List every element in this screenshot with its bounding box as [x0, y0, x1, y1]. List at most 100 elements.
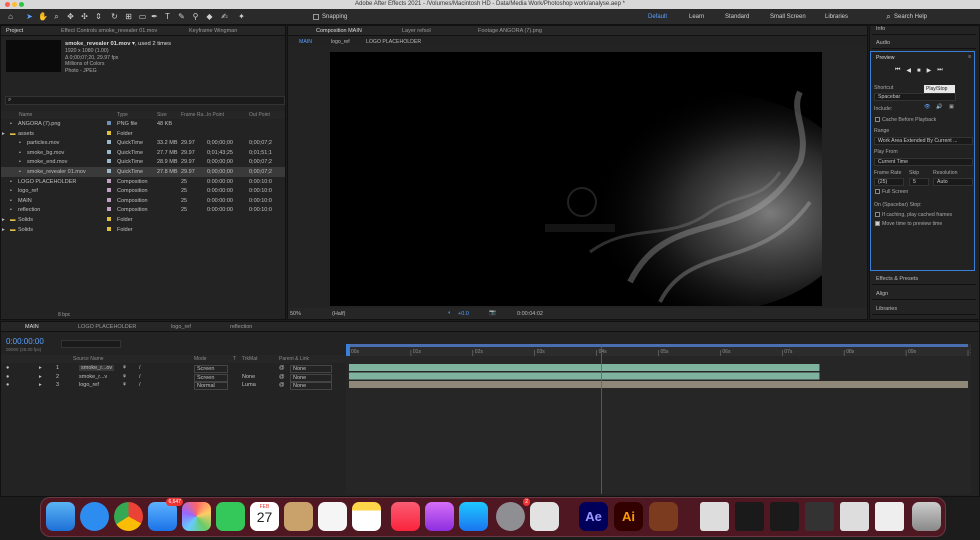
tab-project[interactable]: Project [6, 28, 23, 34]
include-audio-icon[interactable]: 🔊 [936, 104, 942, 110]
tab-effect-controls[interactable]: Effect Controls smoke_revealer 01.mov [61, 28, 157, 34]
composition-canvas[interactable] [330, 52, 822, 306]
project-search-input[interactable]: ⌕ [5, 96, 285, 105]
tab-timeline-logo-ref[interactable]: logo_ref [171, 324, 191, 330]
project-item[interactable]: ▪ MAIN Composition 25 0:00:00:00 0:00:10:0 [1, 196, 285, 206]
label-color-swatch[interactable] [107, 130, 111, 135]
breadcrumb-main[interactable]: MAIN [299, 39, 312, 45]
brush-tool-icon[interactable]: ✎ [177, 12, 186, 21]
project-item[interactable]: ▪ smoke_bg.mov QuickTime 27.7 MB 29.97 0;01;4… [1, 148, 285, 158]
project-item[interactable]: ▪ logo_ref Composition 25 0:00:00:00 0:00:10:… [1, 186, 285, 196]
disclosure-triangle-icon[interactable]: ▸ [2, 227, 5, 233]
layer-row[interactable]: ● ▸ 3 logo_ref ⚘ / Normal Luma @ None [1, 381, 346, 390]
home-icon[interactable]: ⌂ [6, 12, 15, 21]
trash-icon[interactable] [912, 502, 941, 531]
rotate-tool-icon[interactable]: ↻ [110, 12, 119, 21]
selection-tool-icon[interactable]: ➤ [25, 12, 34, 21]
layer-search-input[interactable] [61, 340, 121, 348]
include-video-icon[interactable]: 👁 [924, 104, 931, 110]
last-frame-icon[interactable]: ⏭ [937, 67, 942, 74]
trkmat-dropdown[interactable]: None [242, 374, 255, 380]
tab-layer-refsol[interactable]: Layer refsol [402, 28, 431, 34]
tab-footage-angora[interactable]: Footage ANGORA (7).png [478, 28, 542, 34]
system-preferences-icon[interactable]: 2 [496, 498, 530, 531]
skip-dropdown[interactable]: 5 [909, 178, 929, 186]
tab-timeline-main[interactable]: MAIN [25, 324, 39, 330]
if-caching-checkbox[interactable] [875, 212, 880, 217]
trkmat-dropdown[interactable]: Luma [242, 382, 256, 388]
current-time-display[interactable]: 0:00:00:00 [6, 337, 44, 346]
shortcut-dropdown[interactable]: Spacebar [874, 93, 956, 101]
minimized-window-3[interactable] [770, 502, 799, 531]
illustrator-icon[interactable]: Ai [614, 502, 643, 531]
viewer-timecode[interactable]: 0:00:04:02 [517, 311, 543, 317]
col-mode[interactable]: Mode [194, 356, 207, 362]
contacts-icon[interactable] [284, 502, 313, 531]
tab-timeline-reflection[interactable]: reflection [230, 324, 252, 330]
move-time-checkbox[interactable] [875, 221, 880, 226]
col-in-point[interactable]: In Point [207, 112, 224, 118]
expand-triangle-icon[interactable]: ▸ [39, 365, 42, 371]
search-help-input[interactable]: Search Help [894, 14, 927, 20]
parent-pickwhip-icon[interactable]: @ [279, 382, 285, 388]
project-item[interactable]: ▪ reflection Composition 25 0:00:00:00 0:00:1… [1, 205, 285, 215]
roto-brush-tool-icon[interactable]: ✍ [220, 12, 229, 21]
label-color-swatch[interactable] [107, 226, 111, 231]
label-color-swatch[interactable] [107, 197, 111, 202]
next-frame-icon[interactable]: ▶ [927, 67, 932, 74]
pan-tool-icon[interactable]: ✣ [80, 12, 89, 21]
layer-row[interactable]: ● ▸ 1 smoke_r...ov ⚘ / Screen @ None [1, 364, 346, 373]
effects-presets-panel[interactable]: Effects & Presets [872, 272, 976, 285]
panel-menu-icon[interactable]: ≡ [968, 54, 971, 60]
layer-row[interactable]: ● ▸ 2 smoke_r...v ⚘ / Screen None @ None [1, 373, 346, 382]
align-panel[interactable]: Align [872, 287, 976, 300]
expand-triangle-icon[interactable]: ▸ [39, 382, 42, 388]
workspace-standard[interactable]: Standard [725, 14, 749, 20]
zoom-tool-icon[interactable]: ⌕ [52, 12, 61, 21]
stop-icon[interactable]: ■ [917, 68, 921, 74]
cache-before-playback-checkbox[interactable] [875, 117, 880, 122]
podcasts-icon[interactable] [425, 502, 454, 531]
dolly-tool-icon[interactable]: ⇕ [94, 12, 103, 21]
app-store-icon[interactable] [459, 502, 488, 531]
label-color-swatch[interactable] [107, 149, 111, 154]
include-overlays-icon[interactable]: ▣ [949, 104, 954, 110]
resolution-dropdown[interactable]: (Half) [332, 311, 345, 317]
launchpad-icon[interactable] [530, 502, 559, 531]
parent-pickwhip-icon[interactable]: @ [279, 374, 285, 380]
first-frame-icon[interactable]: ⏮ [895, 67, 900, 74]
label-color-swatch[interactable] [107, 188, 111, 193]
chrome-icon[interactable] [114, 502, 143, 531]
minimized-window-5[interactable] [840, 502, 869, 531]
visibility-eye-icon[interactable]: ● [6, 374, 9, 380]
col-name[interactable]: Name [19, 112, 32, 118]
col-out-point[interactable]: Out Point [249, 112, 270, 118]
layer-name[interactable]: logo_ref [79, 382, 99, 388]
parent-dropdown[interactable]: None [290, 382, 332, 390]
minimized-window-2[interactable] [735, 502, 764, 531]
resolution-dropdown[interactable]: Auto [933, 178, 973, 186]
range-dropdown[interactable]: Work Area Extended By Current ... [874, 137, 973, 145]
facetime-icon[interactable] [216, 502, 245, 531]
type-tool-icon[interactable]: T [163, 12, 172, 21]
frame-rate-dropdown[interactable]: (25) [874, 178, 904, 186]
reminders-icon[interactable] [318, 502, 347, 531]
snapping-checkbox[interactable] [313, 14, 319, 20]
label-color-swatch[interactable] [107, 140, 111, 145]
quality-switch-icon[interactable]: / [139, 382, 141, 388]
layer-name[interactable]: smoke_r...ov [79, 365, 115, 371]
info-panel[interactable]: Info [872, 22, 976, 35]
fox-app-icon[interactable] [649, 502, 678, 531]
workspace-small-screen[interactable]: Small Screen [770, 14, 806, 20]
after-effects-icon[interactable]: Ae [579, 502, 608, 531]
safari-icon[interactable] [80, 502, 109, 531]
photos-icon[interactable] [182, 502, 211, 531]
workspace-libraries[interactable]: Libraries [825, 14, 848, 20]
label-color-swatch[interactable] [107, 207, 111, 212]
label-color-swatch[interactable] [107, 159, 111, 164]
clone-stamp-tool-icon[interactable]: ⚲ [191, 12, 200, 21]
exposure-value[interactable]: +0.0 [458, 311, 469, 317]
shy-switch-icon[interactable]: ⚘ [122, 382, 127, 388]
project-item[interactable]: ▪ smoke_end.mov QuickTime 28.9 MB 29.97 0;00;… [1, 157, 285, 167]
audio-panel[interactable]: Audio [872, 36, 976, 49]
